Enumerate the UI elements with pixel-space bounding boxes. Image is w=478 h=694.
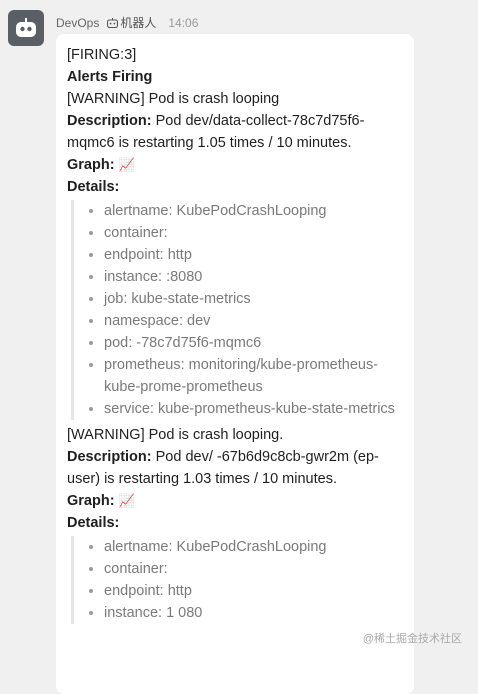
list-item: pod: -78c7d75f6-mqmc6: [104, 332, 404, 354]
list-item-text: prometheus: monitoring/kube-prometheus-: [104, 357, 379, 373]
list-item: alertname: KubePodCrashLooping: [104, 200, 404, 222]
alert-level: [WARNING] Pod is crash looping: [67, 91, 280, 107]
details-label: Details:: [67, 515, 120, 531]
graph-label: Graph:: [67, 157, 115, 173]
list-item: service: kube-prometheus-kube-state-metr…: [104, 398, 404, 420]
sender-name[interactable]: DevOps: [56, 16, 99, 30]
list-item: job: kube-state-metrics: [104, 288, 404, 310]
watermark: @稀土掘金技术社区: [362, 633, 462, 645]
details-label: Details:: [67, 179, 120, 195]
bot-avatar[interactable]: [8, 10, 44, 46]
alerts-title: Alerts Firing: [67, 69, 153, 85]
alert-description: Description: Pod dev/data-collect-78c7d7…: [67, 110, 404, 154]
alert-level: [WARNING] Pod is crash looping.: [67, 427, 284, 443]
message-time: 14:06: [168, 15, 199, 30]
graph-row: Graph: 📈: [67, 154, 404, 176]
details-list: alertname: KubePodCrashLooping container…: [71, 200, 404, 420]
bot-badge-label: 机器人: [120, 16, 157, 30]
list-item: prometheus: monitoring/kube-prometheus-k…: [104, 354, 404, 398]
robot-small-icon: [107, 17, 119, 28]
message-meta: DevOps 机器人 14:06: [56, 14, 198, 31]
description-label: Description:: [67, 113, 152, 129]
message-bubble[interactable]: [FIRING:3] Alerts Firing [WARNING] Pod i…: [56, 34, 414, 694]
list-item: endpoint: http: [104, 580, 404, 602]
chart-emoji-icon[interactable]: 📈: [119, 493, 135, 508]
list-item: namespace: dev: [104, 310, 404, 332]
list-item: container:: [104, 558, 404, 580]
chart-emoji-icon[interactable]: 📈: [119, 157, 135, 172]
list-item: instance: 1 080: [104, 602, 404, 624]
graph-label: Graph:: [67, 493, 115, 509]
firing-header: [FIRING:3]: [67, 47, 137, 63]
description-label: Description:: [67, 449, 152, 465]
list-item: alertname: KubePodCrashLooping: [104, 536, 404, 558]
list-item: instance: :8080: [104, 266, 404, 288]
details-list: alertname: KubePodCrashLooping container…: [71, 536, 404, 624]
alert-description: Description: Pod dev/ -67b6d9c8cb-gwr2m …: [67, 446, 404, 490]
robot-icon: [16, 18, 36, 37]
list-item: endpoint: http: [104, 244, 404, 266]
list-item: container:: [104, 222, 404, 244]
bot-badge: 机器人: [107, 14, 156, 31]
list-item-continuation: kube-prome-prometheus: [104, 379, 263, 395]
graph-row: Graph: 📈: [67, 490, 404, 512]
